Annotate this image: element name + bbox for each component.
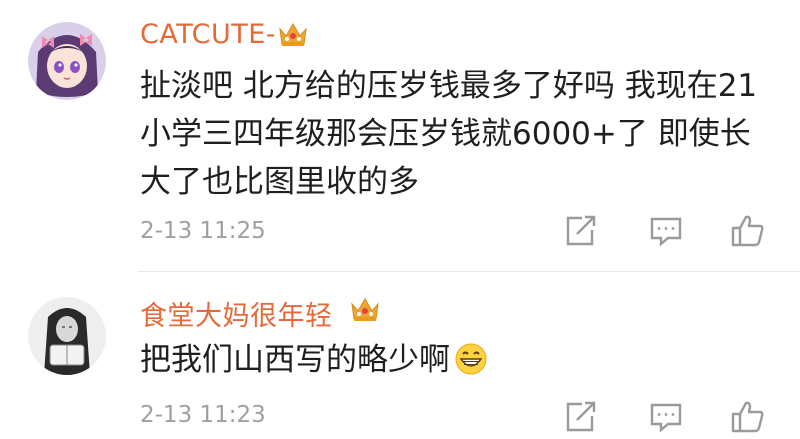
comment-item: CATCUTE- 扯淡吧 北方给的压岁钱最多了好吗 我现在21 小学三四年级那会… bbox=[0, 0, 800, 272]
comment-item: 食堂大妈很年轻 把我们山西写的略少啊 2-13 11:23 bbox=[0, 272, 800, 433]
crown-badge-icon bbox=[348, 292, 382, 326]
forward-icon[interactable] bbox=[562, 213, 598, 249]
avatar[interactable] bbox=[28, 22, 106, 100]
forward-icon[interactable] bbox=[562, 399, 598, 435]
comment-icon[interactable] bbox=[648, 399, 684, 435]
username[interactable]: 食堂大妈很年轻 bbox=[140, 294, 333, 333]
like-icon[interactable] bbox=[730, 213, 766, 249]
timestamp: 2-13 11:23 bbox=[140, 402, 266, 428]
timestamp: 2-13 11:25 bbox=[140, 218, 266, 244]
comment-text: 扯淡吧 北方给的压岁钱最多了好吗 我现在21 小学三四年级那会压岁钱就6000+… bbox=[140, 68, 758, 200]
comment-icon[interactable] bbox=[648, 213, 684, 249]
like-icon[interactable] bbox=[730, 399, 766, 435]
crown-badge-icon bbox=[276, 17, 310, 51]
comment-text-body: 把我们山西写的略少啊 bbox=[140, 342, 450, 378]
grin-emoji-icon bbox=[454, 342, 488, 376]
avatar[interactable] bbox=[28, 297, 106, 375]
username[interactable]: CATCUTE- bbox=[140, 19, 276, 50]
comment-text: 把我们山西写的略少啊 bbox=[140, 336, 780, 384]
